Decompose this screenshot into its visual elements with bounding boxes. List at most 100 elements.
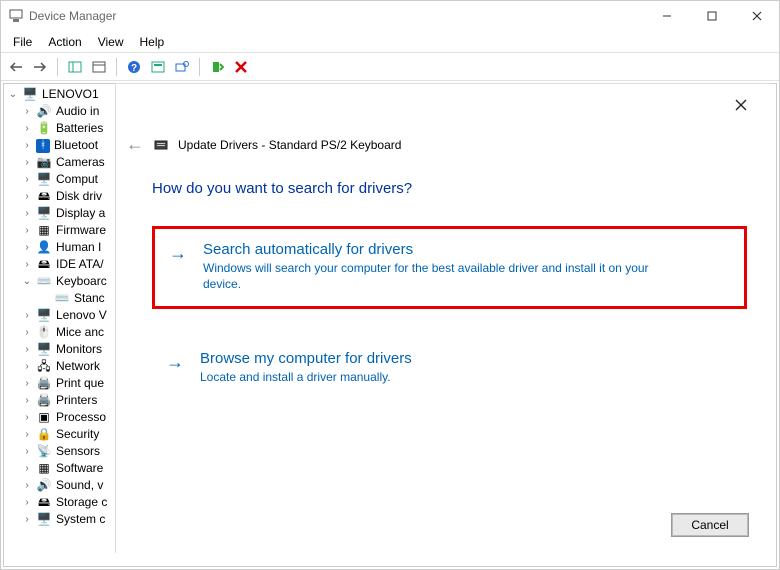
device-label: Bluetoot — [54, 137, 98, 154]
option-search-automatically[interactable]: → Search automatically for drivers Windo… — [152, 226, 747, 309]
device-icon: 🖥️ — [36, 308, 52, 324]
device-icon: 🔊 — [36, 478, 52, 494]
device-icon: ▦ — [36, 461, 52, 477]
expand-icon[interactable]: › — [20, 494, 34, 511]
device-icon: 🖥️ — [36, 342, 52, 358]
uninstall-button[interactable] — [230, 56, 252, 78]
device-label: Monitors — [56, 341, 102, 358]
device-icon: 🖥️ — [36, 512, 52, 528]
expand-icon[interactable]: › — [20, 137, 34, 154]
expand-icon[interactable]: › — [20, 171, 34, 188]
device-label: Lenovo V — [56, 307, 107, 324]
device-icon: 🖥️ — [22, 87, 38, 103]
properties-button[interactable] — [88, 56, 110, 78]
device-label: Network — [56, 358, 100, 375]
expand-icon[interactable]: › — [20, 120, 34, 137]
add-legacy-button[interactable] — [206, 56, 228, 78]
device-label: Printers — [56, 392, 97, 409]
device-icon: 📡 — [36, 444, 52, 460]
help-button[interactable]: ? — [123, 56, 145, 78]
device-label: Display a — [56, 205, 105, 222]
device-label: Audio in — [56, 103, 99, 120]
device-icon: 🔊 — [36, 104, 52, 120]
device-icon: 🖧 — [36, 359, 52, 375]
back-button[interactable] — [5, 56, 27, 78]
expand-icon[interactable]: › — [20, 307, 34, 324]
menu-help[interactable]: Help — [132, 33, 173, 51]
expand-icon[interactable]: › — [20, 205, 34, 222]
window-titlebar: Device Manager — [1, 1, 779, 31]
device-icon: 🔋 — [36, 121, 52, 137]
expand-icon[interactable]: › — [20, 103, 34, 120]
menu-bar: File Action View Help — [1, 31, 779, 53]
show-hide-tree-button[interactable] — [64, 56, 86, 78]
dialog-title: Update Drivers - Standard PS/2 Keyboard — [178, 138, 401, 152]
device-label: Firmware — [56, 222, 106, 239]
device-label: Cameras — [56, 154, 105, 171]
device-icon: ▦ — [36, 223, 52, 239]
expand-icon[interactable]: › — [20, 222, 34, 239]
device-label: Keyboarc — [56, 273, 107, 290]
expand-icon[interactable]: › — [20, 239, 34, 256]
device-label: System c — [56, 511, 105, 528]
option-title: Browse my computer for drivers — [200, 350, 729, 367]
dialog-back-button[interactable]: ← — [126, 134, 144, 155]
option-desc: Locate and install a driver manually. — [200, 369, 680, 385]
menu-action[interactable]: Action — [40, 33, 89, 51]
device-label: Disk driv — [56, 188, 102, 205]
expand-icon[interactable]: › — [20, 341, 34, 358]
cancel-button[interactable]: Cancel — [671, 513, 749, 537]
device-label: IDE ATA/ — [56, 256, 104, 273]
expand-icon[interactable]: › — [20, 409, 34, 426]
dialog-close-button[interactable] — [735, 98, 747, 114]
device-icon: 🔒 — [36, 427, 52, 443]
dialog-header: ← Update Drivers - Standard PS/2 Keyboar… — [126, 134, 751, 155]
expand-icon[interactable]: › — [20, 358, 34, 375]
device-label: Security — [56, 426, 99, 443]
expand-icon[interactable]: › — [20, 256, 34, 273]
menu-view[interactable]: View — [90, 33, 132, 51]
device-icon: ᚼ — [36, 139, 50, 153]
action-button[interactable] — [147, 56, 169, 78]
svg-text:?: ? — [131, 63, 137, 74]
device-label: Processo — [56, 409, 106, 426]
device-icon: 🖥️ — [36, 206, 52, 222]
device-icon: 👤 — [36, 240, 52, 256]
forward-button[interactable] — [29, 56, 51, 78]
expand-icon[interactable]: › — [20, 392, 34, 409]
minimize-button[interactable] — [644, 1, 689, 31]
expand-icon[interactable]: › — [20, 443, 34, 460]
keyboard-icon — [154, 139, 168, 151]
expand-icon[interactable]: › — [20, 460, 34, 477]
device-icon: 🖨️ — [36, 376, 52, 392]
expand-icon[interactable]: › — [20, 188, 34, 205]
device-label: Sensors — [56, 443, 100, 460]
device-label: Stanc — [74, 290, 105, 307]
expand-icon[interactable]: › — [20, 154, 34, 171]
device-icon: 🖥️ — [36, 172, 52, 188]
scan-hardware-button[interactable] — [171, 56, 193, 78]
device-label: Software — [56, 460, 103, 477]
device-label: LENOVO1 — [42, 86, 99, 103]
menu-file[interactable]: File — [5, 33, 40, 51]
close-button[interactable] — [734, 1, 779, 31]
maximize-button[interactable] — [689, 1, 734, 31]
expand-icon[interactable]: › — [20, 375, 34, 392]
dialog-question: How do you want to search for drivers? — [152, 180, 412, 197]
expand-icon[interactable]: › — [20, 511, 34, 528]
expand-icon[interactable]: › — [20, 477, 34, 494]
expand-icon[interactable]: ⌄ — [20, 273, 34, 290]
device-icon: 🖴 — [36, 495, 52, 511]
expand-icon[interactable]: ⌄ — [6, 86, 20, 103]
device-icon: ▣ — [36, 410, 52, 426]
toolbar-separator — [57, 58, 58, 76]
device-label: Storage c — [56, 494, 107, 511]
window-title: Device Manager — [29, 9, 644, 23]
expand-icon[interactable]: › — [20, 324, 34, 341]
device-icon: 🖴 — [36, 257, 52, 273]
option-browse-computer[interactable]: → Browse my computer for drivers Locate … — [152, 338, 747, 399]
update-driver-dialog: ← Update Drivers - Standard PS/2 Keyboar… — [115, 83, 771, 553]
device-label: Comput — [56, 171, 98, 188]
device-label: Print que — [56, 375, 104, 392]
expand-icon[interactable]: › — [20, 426, 34, 443]
